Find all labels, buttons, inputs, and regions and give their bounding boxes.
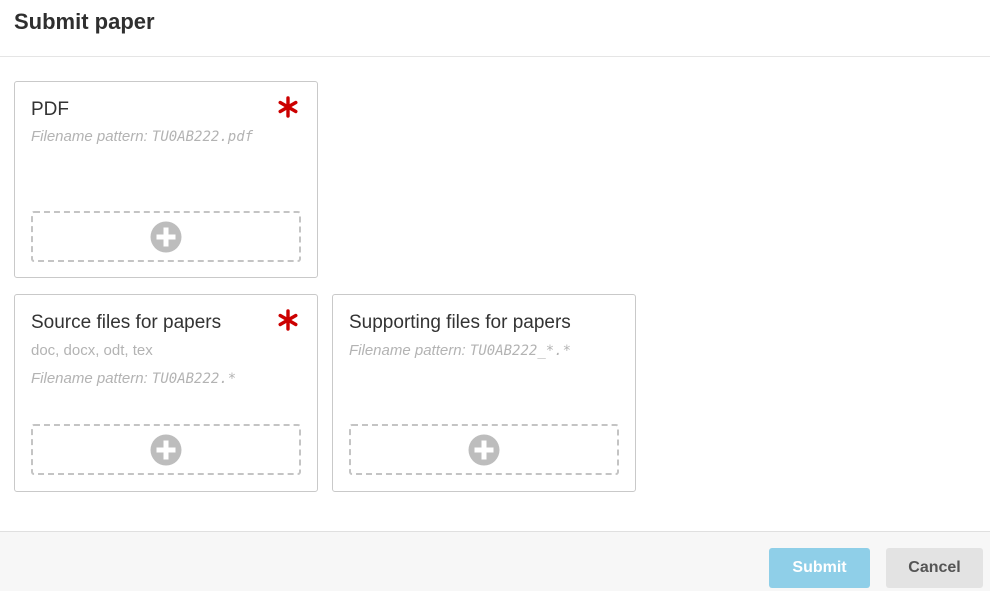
source-files-card: Source files for papers doc, docx, odt, … <box>14 294 318 492</box>
supporting-files-card-title: Supporting files for papers <box>349 312 571 333</box>
required-asterisk-icon <box>278 309 298 331</box>
pdf-upload-dropzone[interactable] <box>31 211 301 262</box>
source-files-filename-pattern: Filename pattern: TU0AB222.* <box>31 370 237 387</box>
source-files-upload-dropzone[interactable] <box>31 424 301 475</box>
source-files-formats: doc, docx, odt, tex <box>31 342 153 359</box>
pdf-card-title: PDF <box>31 99 69 120</box>
pdf-card: PDF Filename pattern: TU0AB222.pdf <box>14 81 318 278</box>
supporting-files-upload-dropzone[interactable] <box>349 424 619 475</box>
source-files-card-title: Source files for papers <box>31 312 222 333</box>
required-asterisk-icon <box>278 96 298 118</box>
add-circle-icon <box>150 434 182 465</box>
add-circle-icon <box>150 221 182 252</box>
cancel-button[interactable]: Cancel <box>886 548 983 588</box>
pdf-filename-pattern: Filename pattern: TU0AB222.pdf <box>31 128 254 145</box>
supporting-files-card: Supporting files for papers Filename pat… <box>332 294 636 492</box>
add-circle-icon <box>468 434 500 465</box>
supporting-files-filename-pattern: Filename pattern: TU0AB222_*.* <box>349 342 572 359</box>
submit-button[interactable]: Submit <box>769 548 870 588</box>
dialog-footer: Submit Cancel <box>0 531 990 591</box>
dialog-title: Submit paper <box>14 9 155 34</box>
dialog-header: Submit paper <box>0 0 990 57</box>
